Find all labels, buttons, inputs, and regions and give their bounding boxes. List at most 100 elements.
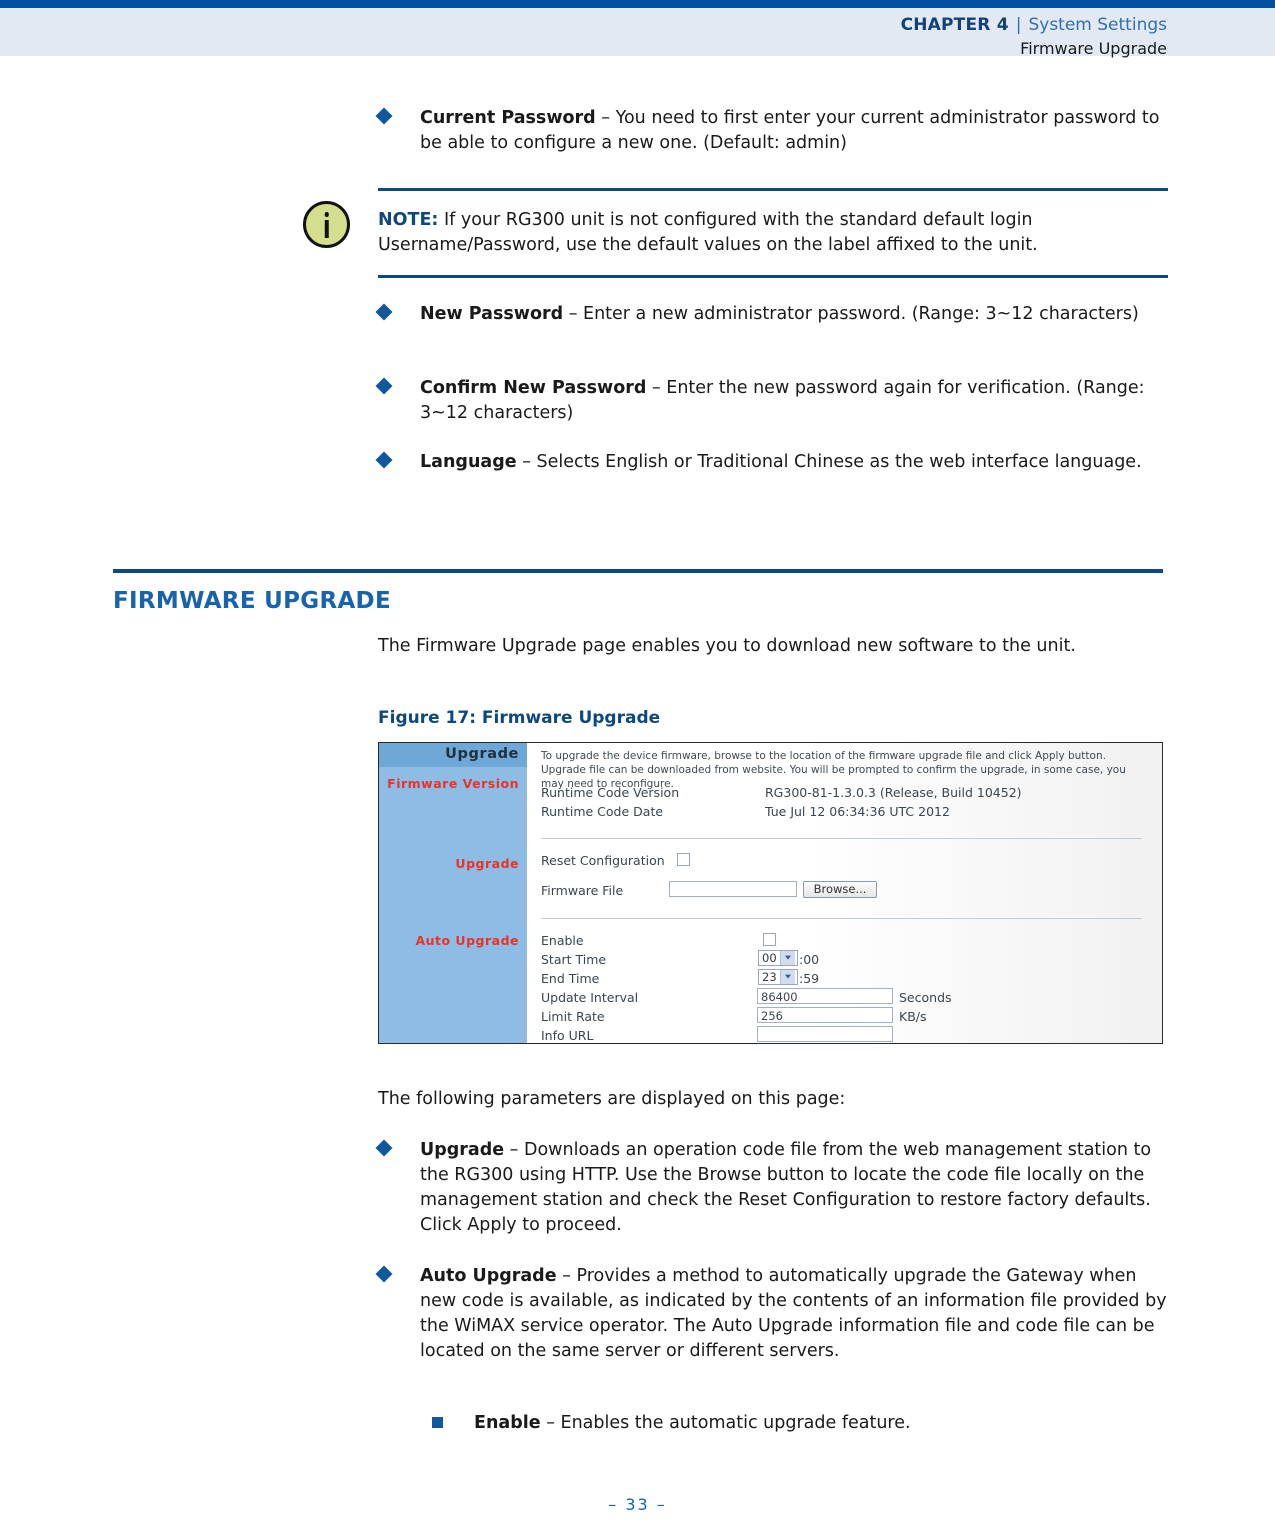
sidebar-label-upgrade: Upgrade (455, 856, 519, 871)
bullet-language-text: Language – Selects English or Traditiona… (420, 450, 1168, 475)
section-rule (113, 569, 1163, 573)
bullet-dash: – (540, 1413, 561, 1433)
bullet-auto-upgrade-text: Auto Upgrade – Provides a method to auto… (420, 1264, 1168, 1364)
section-intro-paragraph: The Firmware Upgrade page enables you to… (378, 636, 1076, 656)
page-number: – 33 – (608, 1495, 667, 1514)
bullet-term: Enable (474, 1413, 541, 1433)
page-footer: – 33 – (0, 1495, 1275, 1514)
info-url-label: Info URL (541, 1028, 594, 1043)
start-time-hour-select[interactable]: 00 (758, 950, 798, 966)
diamond-bullet-icon (375, 451, 393, 469)
browse-button[interactable]: Browse... (803, 881, 877, 898)
update-interval-unit: Seconds (899, 990, 952, 1005)
bullet-term: Current Password (420, 108, 596, 128)
page-title: FIRMWARE UPGRADE (113, 588, 391, 614)
limit-rate-unit: KB/s (899, 1009, 927, 1024)
bullet-language: Language – Selects English or Traditiona… (375, 450, 1168, 475)
sidebar-label-auto-upgrade: Auto Upgrade (415, 933, 519, 948)
header-divider: | (1015, 15, 1022, 35)
reset-configuration-label: Reset Configuration (541, 853, 665, 868)
end-time-hour-select[interactable]: 23 (758, 969, 798, 985)
bullet-body: Selects English or Traditional Chinese a… (536, 452, 1142, 472)
screenshot-divider-2 (541, 918, 1142, 919)
runtime-code-version-value: RG300-81-1.3.0.3 (Release, Build 10452) (765, 785, 1022, 800)
bullet-body: Enables the automatic upgrade feature. (560, 1413, 911, 1433)
bullet-dash: – (646, 378, 667, 398)
auto-upgrade-enable-label: Enable (541, 933, 584, 948)
end-time-minute: :59 (799, 971, 820, 986)
firmware-file-label: Firmware File (541, 883, 624, 898)
bullet-term: New Password (420, 304, 564, 324)
note-label: NOTE: (378, 210, 439, 230)
diamond-bullet-icon (375, 303, 393, 321)
auto-upgrade-enable-checkbox[interactable] (763, 933, 776, 946)
bullet-dash: – (516, 452, 537, 472)
screenshot-sidebar: Upgrade Firmware Version Upgrade Auto Up… (379, 743, 527, 1043)
bullet-term: Language (420, 452, 517, 472)
square-bullet-icon (432, 1417, 443, 1428)
info-icon-stem (324, 220, 329, 238)
header-title-line: CHAPTER 4 | System Settings (901, 15, 1167, 35)
screenshot-divider-1 (541, 838, 1142, 839)
parameters-intro: The following parameters are displayed o… (378, 1089, 846, 1109)
bullet-auto-upgrade: Auto Upgrade – Provides a method to auto… (375, 1264, 1168, 1364)
runtime-code-date-label: Runtime Code Date (541, 804, 664, 819)
bullet-dash: – (556, 1266, 577, 1286)
subbullet-enable: Enable – Enables the automatic upgrade f… (432, 1411, 1168, 1436)
bullet-term: Confirm New Password (420, 378, 647, 398)
note-top-rule (378, 188, 1168, 191)
header-section-name: System Settings (1028, 15, 1167, 35)
note-bottom-rule (378, 275, 1168, 278)
update-interval-input[interactable]: 86400 (757, 988, 893, 1004)
note-body-text: If your RG300 unit is not configured wit… (378, 210, 1038, 255)
firmware-file-input[interactable] (669, 881, 797, 897)
update-interval-label: Update Interval (541, 990, 639, 1005)
bullet-confirm-new-password-text: Confirm New Password – Enter the new pas… (420, 376, 1168, 426)
screenshot-panel-title: Upgrade (379, 743, 527, 767)
diamond-bullet-icon (375, 107, 393, 125)
runtime-code-date-value: Tue Jul 12 06:34:36 UTC 2012 (765, 804, 950, 819)
bullet-confirm-new-password: Confirm New Password – Enter the new pas… (375, 376, 1168, 426)
bullet-dash: – (504, 1140, 524, 1160)
start-time-label: Start Time (541, 952, 607, 967)
bullet-term: Upgrade (420, 1140, 505, 1160)
diamond-bullet-icon (375, 1139, 393, 1157)
bullet-current-password-text: Current Password – You need to first ent… (420, 106, 1168, 156)
header-subtitle: Firmware Upgrade (1020, 39, 1167, 58)
bullet-upgrade: Upgrade – Downloads an operation code fi… (375, 1138, 1168, 1238)
sidebar-label-firmware-version: Firmware Version (387, 776, 519, 791)
bullet-body: Downloads an operation code file from th… (420, 1140, 1152, 1235)
start-time-minute: :00 (799, 952, 820, 967)
page-top-rule (0, 0, 1275, 8)
bullet-term: Auto Upgrade (420, 1266, 557, 1286)
screenshot-main-panel: To upgrade the device firmware, browse t… (527, 743, 1162, 1043)
chapter-label: CHAPTER 4 (900, 15, 1009, 35)
bullet-dash: – (563, 304, 584, 324)
reset-configuration-checkbox[interactable] (677, 853, 690, 866)
section-title-text: FIRMWARE UPGRADE (113, 588, 391, 614)
bullet-new-password: New Password – Enter a new administrator… (375, 302, 1168, 327)
info-icon (303, 201, 350, 248)
bullet-upgrade-text: Upgrade – Downloads an operation code fi… (420, 1138, 1168, 1238)
page-header-band: CHAPTER 4 | System Settings Firmware Upgra… (0, 8, 1275, 58)
bullet-dash: – (595, 108, 616, 128)
limit-rate-input[interactable]: 256 (757, 1007, 893, 1023)
end-time-label: End Time (541, 971, 600, 986)
bullet-body: Enter a new administrator password. (Ran… (583, 304, 1139, 324)
chevron-down-icon (779, 970, 795, 984)
bullet-new-password-text: New Password – Enter a new administrator… (420, 302, 1168, 327)
diamond-bullet-icon (375, 1265, 393, 1283)
runtime-code-version-label: Runtime Code Version (541, 785, 680, 800)
firmware-upgrade-screenshot: Upgrade Firmware Version Upgrade Auto Up… (378, 742, 1163, 1044)
limit-rate-label: Limit Rate (541, 1009, 605, 1024)
screenshot-inner: Upgrade Firmware Version Upgrade Auto Up… (379, 743, 1162, 1043)
info-url-input[interactable] (757, 1026, 893, 1042)
info-icon-dot (324, 212, 329, 217)
figure-caption: Figure 17: Firmware Upgrade (378, 708, 661, 728)
subbullet-enable-text: Enable – Enables the automatic upgrade f… (474, 1411, 1168, 1436)
bullet-current-password: Current Password – You need to first ent… (375, 106, 1168, 156)
note-text-block: NOTE: If your RG300 unit is not configur… (378, 208, 1168, 258)
diamond-bullet-icon (375, 377, 393, 395)
end-time-hour-value: 23 (762, 970, 777, 984)
chevron-down-icon (779, 951, 795, 965)
